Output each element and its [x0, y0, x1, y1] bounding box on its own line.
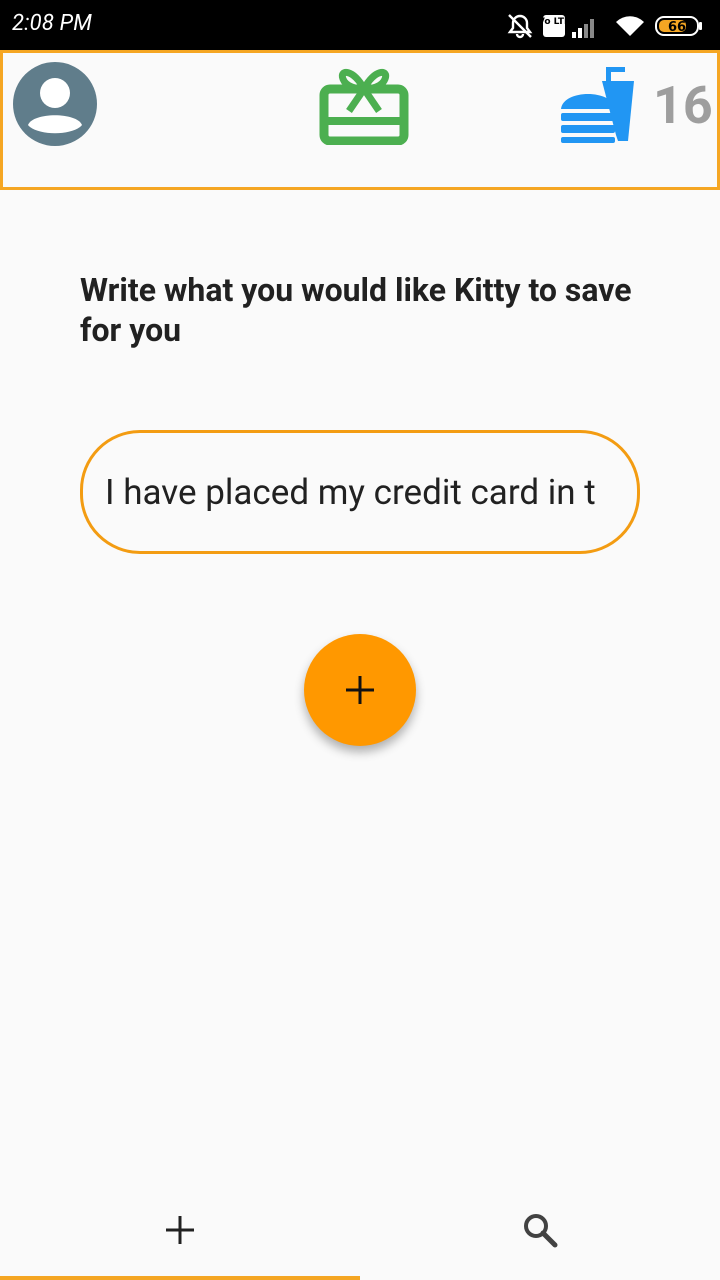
app-header: 16: [0, 50, 720, 190]
prompt-heading: Write what you would like Kitty to save …: [80, 271, 632, 349]
account-icon[interactable]: [11, 60, 99, 148]
points-counter: 16: [653, 75, 713, 136]
tab-search[interactable]: [360, 1180, 720, 1280]
memory-input-container[interactable]: [80, 430, 640, 554]
add-button[interactable]: [304, 634, 416, 746]
status-time: 2:08 PM: [12, 11, 93, 36]
plus-icon: [346, 676, 374, 704]
volte-icon: Vo LTE: [542, 15, 566, 37]
selected-tab-indicator: [0, 1276, 360, 1280]
memory-input[interactable]: [105, 433, 620, 551]
status-bar: 2:08 PM Vo LTE 66: [0, 0, 720, 50]
bottom-navigation: [0, 1180, 720, 1280]
alarm-off-icon: [507, 14, 533, 39]
volte-vo-text: Vo LTE: [542, 17, 566, 27]
signal-icon: [572, 19, 594, 38]
plus-icon: [166, 1216, 194, 1244]
battery-icon: 66: [655, 16, 702, 36]
search-icon: [524, 1214, 558, 1248]
status-icons: Vo LTE 66: [506, 12, 706, 40]
battery-level: 66: [668, 20, 686, 35]
gift-card-icon[interactable]: [319, 63, 409, 145]
tab-add[interactable]: [0, 1180, 360, 1280]
wifi-icon: [616, 16, 644, 36]
food-drink-icon[interactable]: [558, 65, 638, 145]
